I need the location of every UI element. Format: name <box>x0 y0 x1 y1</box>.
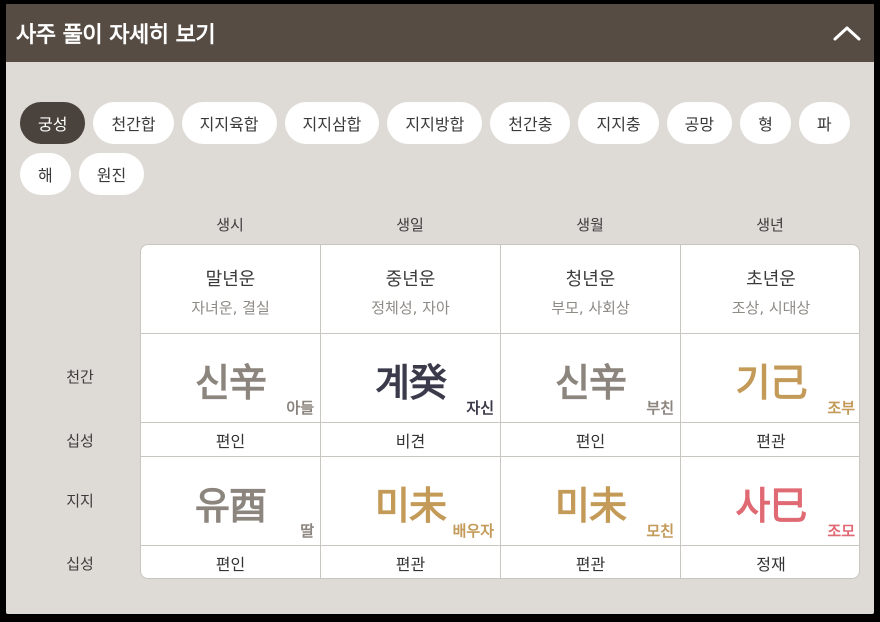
branch-relation: 모친 <box>646 522 674 540</box>
tab-hyeong[interactable]: 형 <box>740 102 791 144</box>
column-headers: 생시 생일 생월 생년 <box>140 214 860 235</box>
column-header-hour: 생시 <box>216 216 244 234</box>
age-title: 중년운 <box>385 269 436 290</box>
age-subtitle: 정체성, 자아 <box>371 299 450 317</box>
age-subtitle: 조상, 시대상 <box>731 299 811 317</box>
branch-cell: 유酉 딸 <box>141 457 320 546</box>
branch-sipseong: 편관 <box>395 555 426 574</box>
age-cell: 중년운 정체성, 자아 <box>321 245 500 334</box>
branch-char: 유酉 <box>195 484 267 528</box>
tab-pa[interactable]: 파 <box>798 102 850 144</box>
column-header-year: 생년 <box>756 216 784 234</box>
analysis-tabs: 궁성 천간합 지지육합 지지삼합 지지방합 천간충 지지충 공망 형 파 해 원… <box>20 102 866 195</box>
branch-cell: 미未 모친 <box>501 457 680 546</box>
pillar-hour: 말년운 자녀운, 결실 신辛 아들 편인 유酉 딸 편인 <box>141 245 321 578</box>
age-subtitle: 자녀운, 결실 <box>191 299 270 317</box>
pillar-month: 청년운 부모, 사회상 신辛 부친 편인 미未 모친 편관 <box>501 245 681 578</box>
panel-title: 사주 풀이 자세히 보기 <box>16 23 216 48</box>
stem-cell: 신辛 아들 <box>141 334 320 423</box>
branch-cell: 미未 배우자 <box>321 457 500 546</box>
column-header-day: 생일 <box>396 216 424 234</box>
tab-gungseong[interactable]: 궁성 <box>20 102 86 144</box>
stem-relation: 부친 <box>646 399 674 417</box>
pillar-day: 중년운 정체성, 자아 계癸 자신 비견 미未 배우자 편관 <box>321 245 501 578</box>
age-cell: 말년운 자녀운, 결실 <box>141 245 320 334</box>
branch-sipseong: 정재 <box>756 555 786 574</box>
stem-relation: 자신 <box>466 399 494 417</box>
column-header-month: 생월 <box>576 216 604 234</box>
row-label-cheongan: 천간 <box>66 368 94 386</box>
stem-relation: 조부 <box>827 399 855 417</box>
stem-sipseong: 편관 <box>681 423 859 457</box>
age-title: 말년운 <box>205 269 256 290</box>
row-label-jiji: 지지 <box>66 492 94 510</box>
tab-cheongan-chung[interactable]: 천간충 <box>490 102 571 144</box>
branch-cell: 사巳 조모 <box>681 457 859 546</box>
age-cell: 초년운 조상, 시대상 <box>681 245 859 334</box>
tab-cheongan-hap[interactable]: 천간합 <box>93 102 174 144</box>
pillar-year: 초년운 조상, 시대상 기己 조부 편관 사巳 조모 정재 <box>681 245 859 578</box>
branch-relation: 배우자 <box>452 522 494 540</box>
tab-jiji-samhap[interactable]: 지지삼합 <box>284 102 380 144</box>
stem-cell: 계癸 자신 <box>321 334 500 423</box>
age-title: 초년운 <box>746 269 796 290</box>
row-label-sipseong-branch: 십성 <box>66 555 94 573</box>
window-frame: 사주 풀이 자세히 보기 궁성 천간합 지지육합 지지삼합 지지방합 천간충 지… <box>0 0 880 622</box>
stem-sipseong: 비견 <box>321 423 500 457</box>
age-title: 청년운 <box>565 269 616 290</box>
tab-jiji-yukhap[interactable]: 지지육합 <box>181 102 277 144</box>
branch-sipseong: 편인 <box>215 555 246 574</box>
branch-sipseong: 편관 <box>575 555 606 574</box>
tab-jiji-banghap[interactable]: 지지방합 <box>387 102 483 144</box>
tab-gongmang[interactable]: 공망 <box>666 102 733 144</box>
saju-detail-panel: 사주 풀이 자세히 보기 궁성 천간합 지지육합 지지삼합 지지방합 천간충 지… <box>6 4 874 614</box>
stem-sipseong: 편인 <box>141 423 320 457</box>
stem-cell: 기己 조부 <box>681 334 859 423</box>
tab-hae[interactable]: 해 <box>20 153 71 195</box>
branch-relation: 조모 <box>827 522 855 540</box>
collapse-button[interactable] <box>830 16 864 50</box>
branch-relation: 딸 <box>300 522 314 540</box>
stem-sipseong: 편인 <box>501 423 680 457</box>
chevron-up-icon <box>833 26 861 41</box>
row-label-sipseong-stem: 십성 <box>66 432 94 450</box>
stem-cell: 신辛 부친 <box>501 334 680 423</box>
saju-grid: 말년운 자녀운, 결실 신辛 아들 편인 유酉 딸 편인 중년운 정체성, 자아… <box>140 244 860 579</box>
tab-jiji-chung[interactable]: 지지충 <box>578 102 659 144</box>
tab-wonjin[interactable]: 원진 <box>78 153 145 195</box>
panel-header[interactable]: 사주 풀이 자세히 보기 <box>6 4 874 62</box>
age-subtitle: 부모, 사회상 <box>551 299 630 317</box>
age-cell: 청년운 부모, 사회상 <box>501 245 680 334</box>
stem-relation: 아들 <box>286 399 314 417</box>
